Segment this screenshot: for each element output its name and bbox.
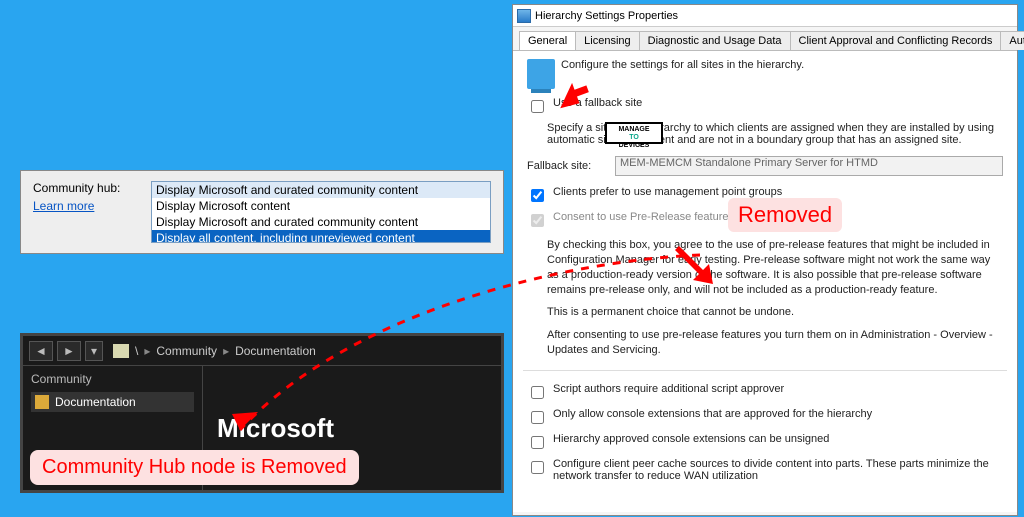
tab-general[interactable]: General bbox=[519, 31, 576, 50]
server-icon bbox=[527, 59, 555, 89]
consent-prerelease-checkbox bbox=[531, 214, 544, 227]
allow-extensions-label: Only allow console extensions that are a… bbox=[553, 408, 872, 420]
dialog-title: Hierarchy Settings Properties bbox=[535, 5, 678, 27]
window-icon bbox=[517, 9, 531, 23]
tabbar: General Licensing Diagnostic and Usage D… bbox=[513, 27, 1017, 51]
history-dropdown[interactable]: ▾ bbox=[85, 341, 103, 361]
main-heading: Microsoft bbox=[217, 413, 334, 444]
fallback-site-label: Fallback site: bbox=[527, 160, 607, 172]
script-approver-checkbox[interactable] bbox=[531, 386, 544, 399]
community-hub-option[interactable]: Display all content, including unreviewe… bbox=[152, 230, 490, 243]
sidebar-title: Community bbox=[31, 372, 194, 386]
after-consent-text: After consenting to use pre-release feat… bbox=[547, 328, 1003, 358]
configure-text: Configure the settings for all sites in … bbox=[561, 59, 804, 71]
peer-cache-checkbox[interactable] bbox=[531, 461, 544, 474]
community-hub-option[interactable]: Display Microsoft and curated community … bbox=[152, 182, 490, 198]
community-hub-panel: Community hub: Learn more Display Micros… bbox=[20, 170, 504, 254]
admin-console: ◄ ► ▾ \ ▸ Community ▸ Documentation Comm… bbox=[20, 333, 504, 493]
use-fallback-label: Use a fallback site bbox=[553, 97, 642, 109]
unsigned-extensions-checkbox[interactable] bbox=[531, 436, 544, 449]
console-toolbar: ◄ ► ▾ \ ▸ Community ▸ Documentation bbox=[23, 336, 501, 366]
console-main: Microsoft bbox=[203, 366, 501, 490]
forward-button[interactable]: ► bbox=[57, 341, 81, 361]
document-icon bbox=[35, 395, 49, 409]
consent-paragraph: By checking this box, you agree to the u… bbox=[547, 238, 1003, 297]
allow-extensions-checkbox[interactable] bbox=[531, 411, 544, 424]
crumb-documentation[interactable]: Documentation bbox=[235, 344, 316, 358]
use-fallback-checkbox[interactable] bbox=[531, 100, 544, 113]
watermark-badge: MANAGE TO DEVICES bbox=[605, 122, 663, 144]
learn-more-link[interactable]: Learn more bbox=[33, 199, 94, 213]
breadcrumb: \ ▸ Community ▸ Documentation bbox=[113, 344, 316, 358]
hierarchy-settings-dialog: Hierarchy Settings Properties General Li… bbox=[512, 4, 1018, 516]
community-hub-label: Community hub: bbox=[33, 181, 133, 195]
clients-prefer-checkbox[interactable] bbox=[531, 189, 544, 202]
crumb-community[interactable]: Community bbox=[156, 344, 217, 358]
script-approver-label: Script authors require additional script… bbox=[553, 383, 784, 395]
clients-prefer-label: Clients prefer to use management point g… bbox=[553, 186, 782, 198]
permanent-text: This is a permanent choice that cannot b… bbox=[547, 305, 1003, 320]
peer-cache-label: Configure client peer cache sources to d… bbox=[553, 458, 1003, 482]
tab-diagnostic[interactable]: Diagnostic and Usage Data bbox=[639, 31, 791, 50]
console-sidebar: Community Documentation bbox=[23, 366, 203, 490]
home-icon[interactable] bbox=[113, 344, 129, 358]
fallback-site-select[interactable]: MEM-MEMCM Standalone Primary Server for … bbox=[615, 156, 1003, 176]
tab-client-approval[interactable]: Client Approval and Conflicting Records bbox=[790, 31, 1002, 50]
tab-authentication[interactable]: Authentication bbox=[1000, 31, 1024, 50]
consent-prerelease-label: Consent to use Pre-Release features bbox=[553, 211, 734, 223]
sidebar-item-documentation[interactable]: Documentation bbox=[31, 392, 194, 412]
back-button[interactable]: ◄ bbox=[29, 341, 53, 361]
community-hub-select[interactable]: Display Microsoft and curated community … bbox=[151, 181, 491, 243]
tab-licensing[interactable]: Licensing bbox=[575, 31, 639, 50]
unsigned-extensions-label: Hierarchy approved console extensions ca… bbox=[553, 433, 829, 445]
community-hub-option[interactable]: Display Microsoft and curated community … bbox=[152, 214, 490, 230]
sidebar-item-label: Documentation bbox=[55, 395, 136, 409]
dialog-titlebar: Hierarchy Settings Properties bbox=[513, 5, 1017, 27]
community-hub-option[interactable]: Display Microsoft content bbox=[152, 198, 490, 214]
